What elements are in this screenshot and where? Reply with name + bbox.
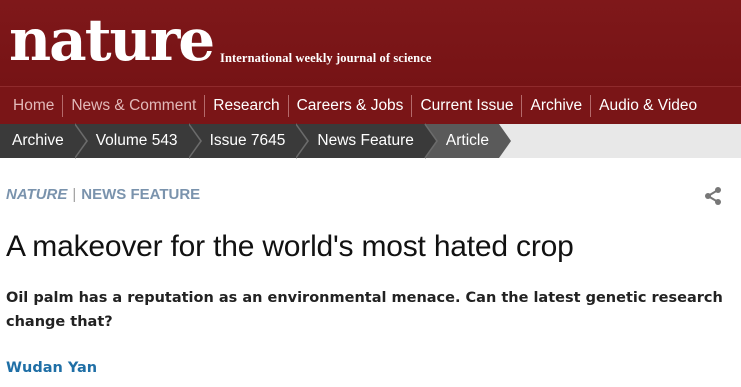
nav-home[interactable]: Home bbox=[0, 94, 64, 117]
share-icon[interactable] bbox=[703, 186, 723, 206]
nav-audio-video[interactable]: Audio & Video bbox=[591, 95, 705, 117]
breadcrumb-archive[interactable]: Archive bbox=[0, 123, 88, 159]
article-title: A makeover for the world's most hated cr… bbox=[6, 230, 574, 263]
author-link[interactable]: Wudan Yan bbox=[6, 360, 97, 376]
nature-logo[interactable]: nature bbox=[9, 5, 215, 75]
nav-research[interactable]: Research bbox=[205, 94, 289, 117]
breadcrumb-label: Volume 543 bbox=[95, 132, 178, 149]
tagline: International weekly journal of science bbox=[220, 51, 432, 65]
breadcrumb-label: Issue 7645 bbox=[209, 132, 286, 149]
breadcrumb-label: Article bbox=[445, 132, 489, 149]
breadcrumb-issue[interactable]: Issue 7645 bbox=[187, 123, 310, 159]
nav-careers-jobs[interactable]: Careers & Jobs bbox=[289, 94, 413, 117]
section-separator: | bbox=[72, 186, 77, 203]
breadcrumb: Archive Volume 543 Issue 7645 News Featu… bbox=[0, 123, 741, 159]
breadcrumb-volume[interactable]: Volume 543 bbox=[73, 123, 202, 159]
section-name[interactable]: NEWS FEATURE bbox=[81, 186, 200, 203]
nav-news-comment[interactable]: News & Comment bbox=[63, 94, 206, 117]
breadcrumb-news-feature[interactable]: News Feature bbox=[295, 123, 438, 159]
main-nav: Home News & Comment Research Careers & J… bbox=[0, 86, 741, 124]
article-standfirst: Oil palm has a reputation as an environm… bbox=[6, 290, 723, 330]
article-section-label: NATURE | NEWS FEATURE bbox=[6, 186, 200, 203]
nav-current-issue[interactable]: Current Issue bbox=[412, 94, 523, 117]
breadcrumb-label: News Feature bbox=[317, 132, 414, 149]
nav-archive[interactable]: Archive bbox=[522, 94, 592, 117]
breadcrumb-label: Archive bbox=[12, 132, 64, 149]
masthead: nature International weekly journal of s… bbox=[0, 0, 741, 86]
journal-name[interactable]: NATURE bbox=[6, 186, 67, 203]
